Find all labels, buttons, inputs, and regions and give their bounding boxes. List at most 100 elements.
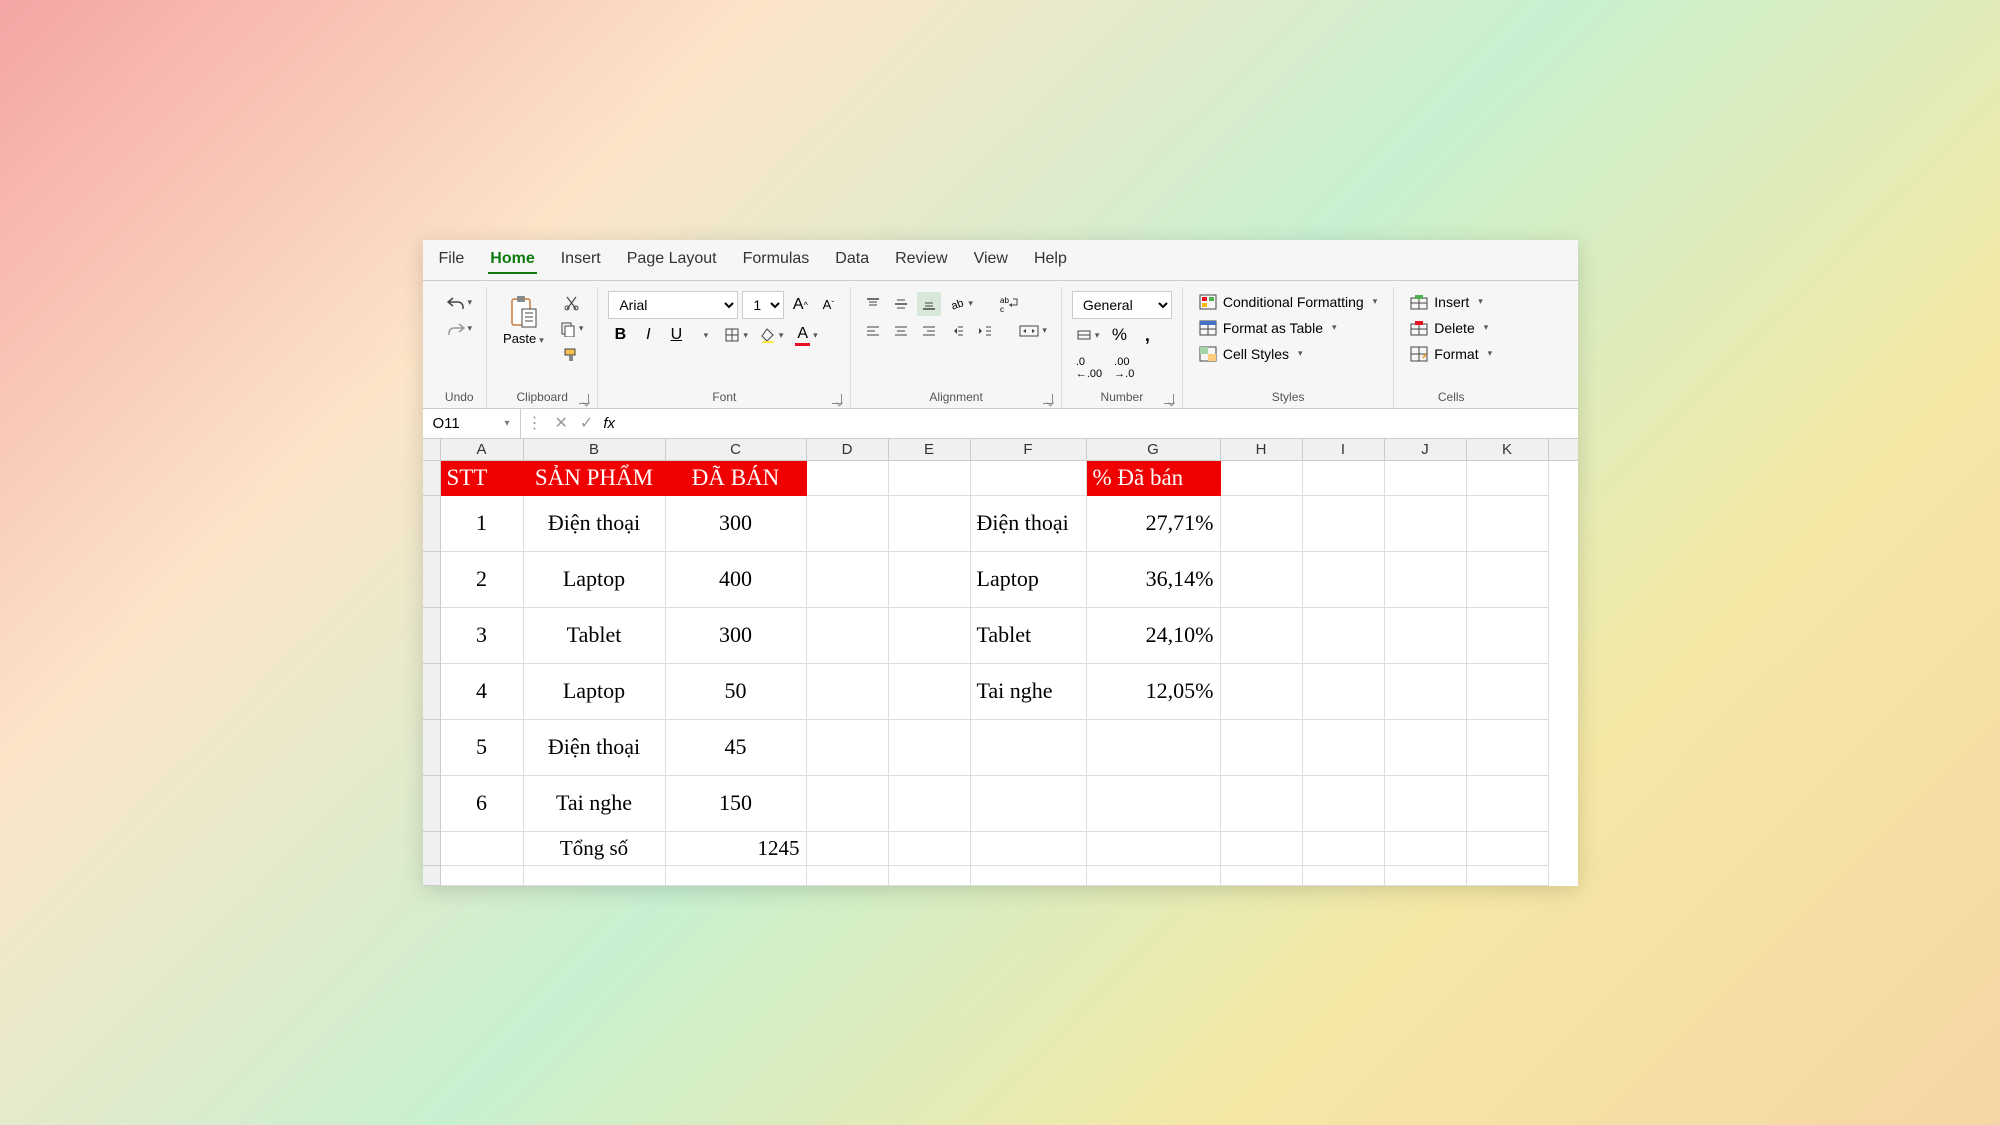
insert-cells-button[interactable]: Insert — [1404, 291, 1489, 313]
align-middle-button[interactable] — [889, 292, 913, 316]
cell[interactable] — [807, 496, 889, 552]
col-header-j[interactable]: J — [1385, 439, 1467, 460]
cell[interactable] — [1221, 776, 1303, 832]
row-header[interactable] — [423, 832, 441, 866]
row-header[interactable] — [423, 664, 441, 720]
cell[interactable]: 36,14% — [1087, 552, 1221, 608]
formula-input[interactable] — [619, 417, 1578, 429]
cell[interactable] — [1303, 496, 1385, 552]
cell[interactable] — [889, 720, 971, 776]
fx-icon[interactable]: fx — [599, 415, 619, 432]
cell[interactable] — [1467, 461, 1549, 496]
row-header[interactable] — [423, 461, 441, 496]
cell[interactable] — [1467, 720, 1549, 776]
align-right-button[interactable] — [917, 319, 941, 343]
format-painter-button[interactable] — [556, 343, 588, 367]
col-header-f[interactable]: F — [971, 439, 1087, 460]
cell[interactable]: % Đã bán — [1087, 461, 1221, 496]
undo-button[interactable] — [443, 291, 477, 315]
cell[interactable] — [1385, 776, 1467, 832]
increase-font-button[interactable]: A^ — [788, 292, 812, 318]
cell[interactable] — [971, 720, 1087, 776]
cell[interactable]: 6 — [441, 776, 524, 832]
row-header[interactable] — [423, 776, 441, 832]
italic-button[interactable]: I — [636, 322, 660, 348]
align-left-button[interactable] — [861, 319, 885, 343]
cell[interactable] — [889, 832, 971, 866]
name-box[interactable]: O11▾ — [423, 409, 521, 438]
clipboard-dialog-launcher[interactable] — [579, 394, 589, 404]
cell[interactable] — [1087, 866, 1221, 886]
cell[interactable]: Điện thoại — [524, 720, 666, 776]
number-format-select[interactable]: General — [1072, 291, 1172, 319]
tab-page-layout[interactable]: Page Layout — [625, 246, 719, 274]
cell[interactable]: ĐÃ BÁN — [666, 461, 807, 496]
cell[interactable]: SẢN PHẨM — [524, 461, 666, 496]
cell[interactable]: 1245 — [666, 832, 807, 866]
cell[interactable]: Điện thoại — [524, 496, 666, 552]
underline-button[interactable]: U — [664, 322, 688, 348]
cell[interactable] — [1467, 664, 1549, 720]
cell[interactable] — [1303, 866, 1385, 886]
cell[interactable]: 24,10% — [1087, 608, 1221, 664]
cell[interactable]: 4 — [441, 664, 524, 720]
increase-indent-button[interactable] — [973, 319, 997, 343]
percent-button[interactable]: % — [1107, 321, 1131, 349]
increase-decimal-button[interactable]: .0←.00 — [1072, 352, 1106, 384]
tab-home[interactable]: Home — [488, 246, 536, 274]
font-dialog-launcher[interactable] — [832, 394, 842, 404]
cell[interactable]: Tai nghe — [524, 776, 666, 832]
cell[interactable] — [1385, 832, 1467, 866]
accounting-format-button[interactable] — [1072, 323, 1104, 347]
cell[interactable] — [1303, 552, 1385, 608]
underline-dropdown[interactable] — [692, 323, 716, 347]
cell[interactable]: Tablet — [524, 608, 666, 664]
row-header[interactable] — [423, 552, 441, 608]
cell[interactable]: 3 — [441, 608, 524, 664]
select-all-corner[interactable] — [423, 439, 441, 460]
cell[interactable] — [1303, 720, 1385, 776]
cut-button[interactable] — [556, 291, 588, 315]
cell[interactable]: 300 — [666, 608, 807, 664]
cell[interactable]: 12,05% — [1087, 664, 1221, 720]
cell[interactable] — [1303, 832, 1385, 866]
cell[interactable] — [889, 461, 971, 496]
col-header-b[interactable]: B — [524, 439, 666, 460]
row-header[interactable] — [423, 720, 441, 776]
cell[interactable] — [1385, 720, 1467, 776]
cell[interactable]: Điện thoại — [971, 496, 1087, 552]
orientation-button[interactable]: ab — [945, 292, 977, 316]
cell[interactable] — [1385, 461, 1467, 496]
col-header-c[interactable]: C — [666, 439, 807, 460]
cell[interactable] — [807, 832, 889, 866]
cell[interactable] — [1385, 664, 1467, 720]
cell[interactable] — [807, 608, 889, 664]
merge-center-button[interactable] — [1015, 319, 1051, 343]
cell[interactable] — [889, 552, 971, 608]
col-header-k[interactable]: K — [1467, 439, 1549, 460]
cell[interactable] — [1087, 720, 1221, 776]
cell[interactable] — [666, 866, 807, 886]
paste-button[interactable]: Paste — [497, 291, 550, 350]
cell[interactable] — [971, 866, 1087, 886]
cell[interactable]: 50 — [666, 664, 807, 720]
cell[interactable] — [807, 776, 889, 832]
font-size-select[interactable]: 15 — [742, 291, 784, 319]
cell[interactable]: 300 — [666, 496, 807, 552]
cell[interactable]: Tablet — [971, 608, 1087, 664]
font-name-select[interactable]: Arial — [608, 291, 738, 319]
cell[interactable] — [807, 720, 889, 776]
cell[interactable] — [807, 461, 889, 496]
cell[interactable] — [971, 832, 1087, 866]
cell[interactable] — [807, 552, 889, 608]
cell[interactable] — [1467, 832, 1549, 866]
col-header-e[interactable]: E — [889, 439, 971, 460]
bold-button[interactable]: B — [608, 322, 632, 348]
fill-color-button[interactable] — [756, 323, 788, 347]
cell[interactable] — [1385, 608, 1467, 664]
cell[interactable] — [1087, 832, 1221, 866]
font-color-button[interactable]: A — [791, 321, 821, 350]
alignment-dialog-launcher[interactable] — [1043, 394, 1053, 404]
decrease-font-button[interactable]: Aˇ — [816, 293, 840, 317]
row-header[interactable] — [423, 866, 441, 886]
